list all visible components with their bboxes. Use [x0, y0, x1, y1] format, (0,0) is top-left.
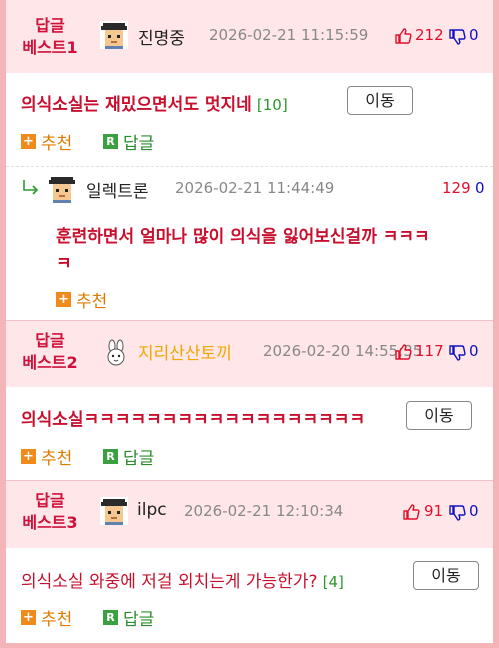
down-count: 0: [469, 342, 479, 360]
up-count: 129: [442, 179, 471, 197]
thumbs-up-icon[interactable]: [394, 27, 412, 45]
comment-text-2: 의식소실ㅋㅋㅋㅋㅋㅋㅋㅋㅋㅋㅋㅋㅋㅋㅋㅋㅋㅋ: [21, 410, 366, 430]
comment-count[interactable]: [10]: [257, 96, 288, 114]
down-count: 0: [469, 26, 479, 44]
up-count: 91: [424, 502, 444, 520]
reply-button[interactable]: R 답글: [103, 129, 154, 154]
thumbs-down-icon[interactable]: [448, 344, 466, 362]
comment-text-3: 의식소실 와중에 저걸 외치는게 가능한가? [4]: [21, 572, 344, 592]
username[interactable]: 진명중: [138, 24, 185, 49]
comment-text-1: 의식소실는 재밌으면서도 멋지네 [10]: [21, 95, 288, 115]
best-badge-1: 답글 베스트1: [22, 16, 78, 57]
plus-icon: +: [21, 134, 36, 149]
thumbs-down-icon[interactable]: [448, 28, 466, 46]
reply-text-line1: 훈련하면서 얼마나 많이 의식을 잃어보신걸까 ㅋㅋㅋ: [56, 227, 430, 247]
rabbit-icon: [107, 339, 125, 366]
reply-button[interactable]: R 답글: [103, 444, 154, 469]
plus-icon: +: [56, 292, 71, 307]
post-date: 2026-02-21 11:15:59: [209, 26, 369, 44]
comment-count[interactable]: [4]: [323, 573, 344, 591]
reply-r-icon: R: [103, 610, 118, 625]
comment-list: 답글 베스트1 진명중 2026-02-21 11:15:59 212 0 의식…: [6, 0, 493, 643]
move-button[interactable]: 이동: [347, 86, 413, 115]
recommend-button[interactable]: + 추천: [21, 605, 72, 630]
divider: [6, 166, 493, 167]
move-button[interactable]: 이동: [406, 401, 472, 430]
pixel-face-icon: [100, 497, 128, 525]
best-badge-3: 답글 베스트3: [22, 491, 78, 532]
up-count: 117: [415, 342, 444, 360]
recommend-button[interactable]: + 추천: [21, 444, 72, 469]
plus-icon: +: [21, 449, 36, 464]
post-date: 2026-02-21 11:44:49: [175, 179, 335, 197]
down-count: 0: [475, 179, 485, 197]
best-badge-2: 답글 베스트2: [22, 331, 78, 372]
up-count: 212: [415, 26, 444, 44]
reply-r-icon: R: [103, 449, 118, 464]
pixel-face-icon: [48, 175, 76, 203]
thumbs-up-icon[interactable]: [402, 503, 420, 521]
plus-icon: +: [21, 610, 36, 625]
reply-button[interactable]: R 답글: [103, 605, 154, 630]
post-date: 2026-02-21 12:10:34: [184, 502, 344, 520]
thumbs-down-icon[interactable]: [448, 504, 466, 522]
recommend-button[interactable]: + 추천: [56, 287, 107, 312]
move-button[interactable]: 이동: [413, 561, 479, 590]
username[interactable]: 일렉트론: [86, 177, 149, 202]
reply-r-icon: R: [103, 134, 118, 149]
reply-arrow-icon: [23, 180, 39, 195]
username[interactable]: 지리산산토끼: [138, 339, 232, 364]
pixel-face-icon: [100, 21, 128, 49]
thumbs-up-icon[interactable]: [394, 343, 412, 361]
recommend-button[interactable]: + 추천: [21, 129, 72, 154]
down-count: 0: [469, 502, 479, 520]
reply-text-line2: ㅋ: [56, 254, 72, 274]
username[interactable]: ilpc: [137, 500, 167, 520]
